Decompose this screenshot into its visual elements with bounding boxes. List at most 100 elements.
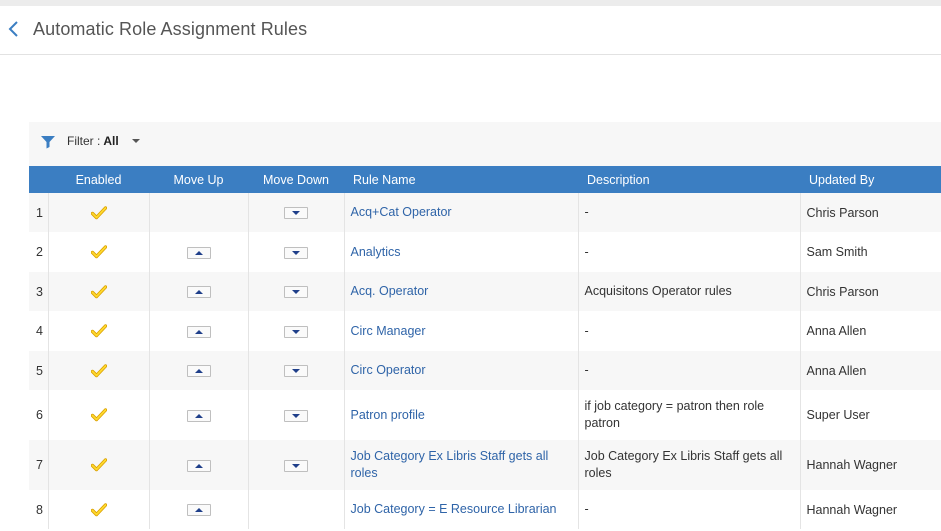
arrow-up-icon xyxy=(194,290,203,295)
description-cell: Job Category Ex Libris Staff gets all ro… xyxy=(578,440,801,490)
updated-by-cell: Anna Allen xyxy=(800,311,941,351)
move-up-button[interactable] xyxy=(186,409,211,422)
move-down-button[interactable] xyxy=(284,246,308,259)
enabled-cell xyxy=(48,272,150,311)
column-header-move-down[interactable]: Move Down xyxy=(248,166,344,193)
row-number: 5 xyxy=(29,351,49,390)
move-down-button[interactable] xyxy=(284,207,308,220)
enabled-cell xyxy=(48,351,150,390)
rule-name-link[interactable]: Job Category Ex Libris Staff gets all ro… xyxy=(351,449,549,480)
table-row: 1 Acq+Cat Operator - Chris Parson xyxy=(29,193,941,232)
enabled-cell xyxy=(48,311,150,351)
rule-name-link[interactable]: Circ Manager xyxy=(351,324,426,338)
page-title: Automatic Role Assignment Rules xyxy=(33,19,308,39)
page-header: Automatic Role Assignment Rules xyxy=(0,6,941,55)
move-up-cell xyxy=(149,490,249,529)
column-header-rule-name[interactable]: Rule Name xyxy=(344,166,578,193)
move-down-button[interactable] xyxy=(284,286,308,299)
rule-name-cell: Analytics xyxy=(344,232,579,272)
enabled-cell xyxy=(48,232,150,272)
rule-name-cell: Circ Operator xyxy=(344,351,579,390)
updated-by-cell: Super User xyxy=(800,390,941,440)
checkmark-icon xyxy=(90,503,107,517)
description-cell: - xyxy=(578,311,801,351)
rule-name-link[interactable]: Patron profile xyxy=(351,408,425,422)
updated-by: Anna Allen xyxy=(806,363,867,378)
description-cell: - xyxy=(578,193,801,232)
row-number: 6 xyxy=(29,390,49,440)
back-button[interactable] xyxy=(6,18,22,40)
filter-label: Filter : All xyxy=(67,134,119,148)
enabled-cell xyxy=(48,440,150,490)
move-up-cell xyxy=(149,232,249,272)
move-down-cell xyxy=(248,390,345,440)
move-up-button[interactable] xyxy=(186,325,211,338)
move-up-cell xyxy=(149,390,249,440)
rule-description: - xyxy=(584,502,589,516)
move-down-button[interactable] xyxy=(284,325,308,338)
move-down-button[interactable] xyxy=(284,409,308,422)
rule-description: - xyxy=(584,363,589,377)
column-header-description[interactable]: Description xyxy=(578,166,800,193)
move-up-cell xyxy=(149,311,249,351)
row-number: 8 xyxy=(29,490,49,529)
description-cell: Acquisitons Operator rules xyxy=(578,272,801,311)
move-up-button[interactable] xyxy=(186,504,211,517)
updated-by: Sam Smith xyxy=(806,245,868,259)
rule-description: Acquisitons Operator rules xyxy=(584,284,732,298)
chevron-down-icon[interactable] xyxy=(132,138,140,144)
row-number: 4 xyxy=(29,311,49,351)
filter-bar: Filter : All xyxy=(29,122,941,166)
table-row: 7 Job Category Ex Libris Staff gets all r… xyxy=(29,440,941,490)
checkmark-icon xyxy=(90,408,107,422)
checkmark-icon xyxy=(90,364,107,378)
move-up-button[interactable] xyxy=(186,365,211,378)
rule-name-cell: Job Category Ex Libris Staff gets all ro… xyxy=(344,440,579,490)
rule-name-link[interactable]: Acq+Cat Operator xyxy=(351,205,452,219)
enabled-cell xyxy=(48,390,150,440)
updated-by-cell: Chris Parson xyxy=(800,193,941,232)
filter-icon[interactable] xyxy=(41,135,55,149)
updated-by-cell: Anna Allen xyxy=(800,351,941,390)
arrow-down-icon xyxy=(292,463,300,468)
updated-by: Chris Parson xyxy=(806,205,879,220)
column-header-move-up[interactable]: Move Up xyxy=(149,166,248,193)
table-header-row: Enabled Move Up Move Down Rule Name Desc… xyxy=(29,166,941,193)
column-header-enabled[interactable]: Enabled xyxy=(48,166,149,193)
rule-name-cell: Acq+Cat Operator xyxy=(344,193,579,232)
table-row: 8 Job Category = E Resource Librarian - Han… xyxy=(29,490,941,529)
move-up-button[interactable] xyxy=(186,246,211,259)
rule-name-cell: Patron profile xyxy=(344,390,579,440)
column-header-updated-by[interactable]: Updated By xyxy=(800,166,941,193)
rule-name-link[interactable]: Circ Operator xyxy=(351,363,426,377)
rule-name-cell: Acq. Operator xyxy=(344,272,579,311)
table-row: 2 Analytics - Sam Smith xyxy=(29,232,941,272)
move-up-button[interactable] xyxy=(186,459,211,472)
arrow-up-icon xyxy=(194,463,203,468)
updated-by: Anna Allen xyxy=(806,324,867,338)
arrow-down-icon xyxy=(292,250,300,255)
move-up-cell xyxy=(149,193,249,232)
rules-table: Enabled Move Up Move Down Rule Name Desc… xyxy=(29,166,941,529)
arrow-down-icon xyxy=(292,369,300,374)
rule-description: - xyxy=(584,323,589,338)
checkmark-icon xyxy=(90,324,107,338)
checkmark-icon xyxy=(90,458,107,472)
arrow-up-icon xyxy=(194,508,203,513)
arrow-down-icon xyxy=(292,329,300,334)
move-up-button[interactable] xyxy=(186,286,211,299)
move-down-cell xyxy=(248,272,345,311)
move-down-cell xyxy=(248,490,345,529)
rule-name-link[interactable]: Job Category = E Resource Librarian xyxy=(351,502,557,516)
rule-name-link[interactable]: Acq. Operator xyxy=(351,284,429,298)
arrow-up-icon xyxy=(194,329,203,334)
filter-value[interactable]: All xyxy=(103,134,118,148)
move-down-button[interactable] xyxy=(284,365,308,378)
rule-name-link[interactable]: Analytics xyxy=(351,245,401,259)
move-down-cell xyxy=(248,351,345,390)
move-down-button[interactable] xyxy=(284,459,308,472)
checkmark-icon xyxy=(90,245,107,259)
updated-by-cell: Hannah Wagner xyxy=(800,440,941,490)
move-up-cell xyxy=(149,440,249,490)
column-header-number xyxy=(29,166,48,193)
